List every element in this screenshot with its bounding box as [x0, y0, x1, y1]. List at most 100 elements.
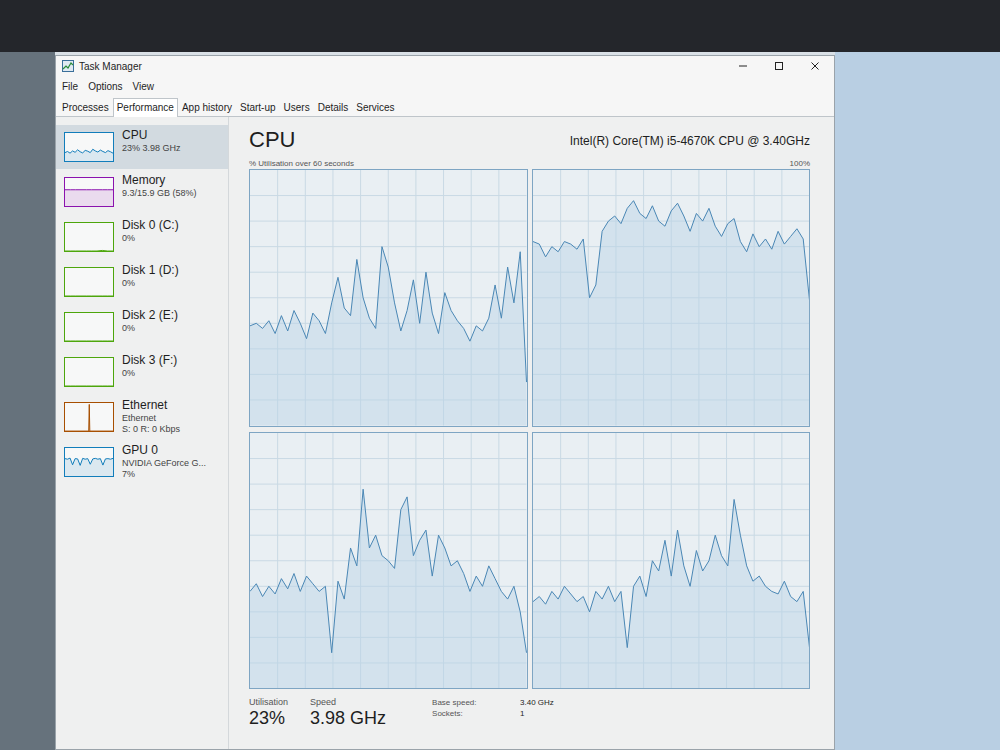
- cpu-title: CPU: [249, 127, 295, 153]
- window-controls: [738, 61, 828, 71]
- tab[interactable]: Performance: [113, 98, 178, 117]
- sidebar-item-name: Disk 0 (C:): [122, 218, 179, 233]
- sidebar-item-detail: 9.3/15.9 GB (58%): [122, 188, 197, 199]
- tab[interactable]: Users: [280, 98, 314, 116]
- core-area: [533, 201, 810, 426]
- sidebar-item[interactable]: Disk 1 (D:) 0%: [56, 260, 228, 304]
- sidebar-item-name: Disk 3 (F:): [122, 353, 177, 368]
- spec-row: Sockets: 1: [432, 708, 554, 719]
- menu-item[interactable]: Options: [88, 81, 122, 92]
- performance-panel: CPU 23% 3.98 GHz Memory 9.3/15.9 GB (58%…: [56, 117, 834, 749]
- thumbnail-graph: [64, 402, 114, 432]
- sidebar-item-name: Disk 1 (D:): [122, 263, 179, 278]
- thumbnail-graph: [64, 132, 114, 162]
- grid-line: [533, 483, 810, 484]
- grid-line: [250, 221, 527, 222]
- sidebar-item-detail: NVIDIA GeForce G...: [122, 458, 206, 469]
- sidebar-item[interactable]: Disk 2 (E:) 0%: [56, 305, 228, 349]
- desktop: Task Manager File Options View ProcessesPe…: [0, 0, 1000, 750]
- close-icon[interactable]: [810, 61, 820, 71]
- window-title: Task Manager: [79, 61, 142, 72]
- grid-line: [250, 534, 527, 535]
- task-manager-window[interactable]: Task Manager File Options View ProcessesPe…: [55, 55, 835, 750]
- core-graph: [249, 432, 528, 690]
- grid-line: [533, 560, 810, 561]
- stat-value: 23%: [249, 708, 288, 728]
- core-line: [533, 201, 810, 301]
- grid-line: [250, 509, 527, 510]
- core-graph: [532, 432, 811, 690]
- grid-line: [250, 458, 527, 459]
- grid-line: [250, 246, 527, 247]
- cpu-stats: Utilisation 23% Speed 3.98 GHz Base speed…: [249, 697, 810, 728]
- sidebar-item-detail: 7%: [122, 469, 206, 480]
- stat: Speed 3.98 GHz: [310, 697, 386, 728]
- thumbnail-graph: [64, 312, 114, 342]
- thumbnail-graph: [64, 357, 114, 387]
- core-line: [250, 489, 527, 653]
- tab[interactable]: Start-up: [236, 98, 280, 116]
- grid-line: [533, 509, 810, 510]
- tab[interactable]: App history: [178, 98, 236, 116]
- stat-label: Utilisation: [249, 697, 288, 708]
- sidebar-item-name: GPU 0: [122, 443, 206, 458]
- sidebar-item-text: CPU 23% 3.98 GHz: [122, 128, 181, 154]
- sidebar-item-name: Ethernet: [122, 398, 180, 413]
- sidebar-item-name: CPU: [122, 128, 181, 143]
- sidebar-item-text: Memory 9.3/15.9 GB (58%): [122, 173, 197, 199]
- axis-row: % Utilisation over 60 seconds 100%: [249, 159, 810, 169]
- tab[interactable]: Processes: [58, 98, 113, 116]
- core-graphs: [249, 169, 810, 689]
- grid-line: [250, 195, 527, 196]
- sidebar-item[interactable]: Disk 3 (F:) 0%: [56, 350, 228, 394]
- stat-label: Speed: [310, 697, 386, 708]
- stat: Utilisation 23%: [249, 697, 288, 728]
- sidebar-item-name: Memory: [122, 173, 197, 188]
- tab[interactable]: Services: [352, 98, 398, 116]
- sidebar-item[interactable]: Memory 9.3/15.9 GB (58%): [56, 170, 228, 214]
- maximize-icon[interactable]: [774, 61, 784, 71]
- sidebar-item-detail: S: 0 R: 0 Kbps: [122, 424, 180, 435]
- sidebar-item-text: Ethernet EthernetS: 0 R: 0 Kbps: [122, 398, 180, 435]
- sidebar-item-name: Disk 2 (E:): [122, 308, 178, 323]
- axis-max: 100%: [790, 159, 810, 169]
- menu-bar: File Options View: [56, 76, 834, 96]
- sidebar-item-text: Disk 3 (F:) 0%: [122, 353, 177, 379]
- cpu-specs: Base speed: 3.40 GHzSockets: 1: [432, 697, 554, 728]
- menu-item[interactable]: View: [133, 81, 155, 92]
- sidebar-item-detail: 23% 3.98 GHz: [122, 143, 181, 154]
- sidebar-item-text: Disk 1 (D:) 0%: [122, 263, 179, 289]
- core-graph: [249, 169, 528, 427]
- sidebar-item-detail: 0%: [122, 278, 179, 289]
- menu-item[interactable]: File: [62, 81, 78, 92]
- spec-value: 3.40 GHz: [520, 697, 554, 708]
- core-area: [533, 499, 810, 688]
- title-bar[interactable]: Task Manager: [56, 56, 834, 76]
- sidebar-item[interactable]: GPU 0 NVIDIA GeForce G...7%: [56, 440, 228, 484]
- sidebar-item-text: Disk 2 (E:) 0%: [122, 308, 178, 334]
- sidebar-item-detail: 0%: [122, 233, 179, 244]
- thumbnail-graph: [64, 267, 114, 297]
- core-line: [533, 499, 810, 647]
- tab[interactable]: Details: [314, 98, 353, 116]
- spec-value: 1: [520, 708, 524, 719]
- minimize-icon[interactable]: [738, 61, 748, 71]
- cpu-panel: CPU Intel(R) Core(TM) i5-4670K CPU @ 3.4…: [229, 117, 834, 749]
- stat-value: 3.98 GHz: [310, 708, 386, 728]
- sidebar-item[interactable]: Ethernet EthernetS: 0 R: 0 Kbps: [56, 395, 228, 439]
- grid-line: [533, 195, 810, 196]
- cpu-header: CPU Intel(R) Core(TM) i5-4670K CPU @ 3.4…: [249, 127, 810, 153]
- thumbnail-graph: [64, 177, 114, 207]
- sidebar-item-text: GPU 0 NVIDIA GeForce G...7%: [122, 443, 206, 480]
- spec-row: Base speed: 3.40 GHz: [432, 697, 554, 708]
- spec-label: Base speed:: [432, 697, 512, 708]
- tab-bar: ProcessesPerformanceApp historyStart-upU…: [56, 96, 834, 117]
- core-area: [250, 247, 527, 426]
- sidebar-item-text: Disk 0 (C:) 0%: [122, 218, 179, 244]
- grid-line: [533, 534, 810, 535]
- sidebar-item[interactable]: CPU 23% 3.98 GHz: [56, 125, 228, 169]
- sidebar-item[interactable]: Disk 0 (C:) 0%: [56, 215, 228, 259]
- grid-line: [533, 458, 810, 459]
- core-graph: [532, 169, 811, 427]
- cpu-model: Intel(R) Core(TM) i5-4670K CPU @ 3.40GHz: [570, 134, 810, 153]
